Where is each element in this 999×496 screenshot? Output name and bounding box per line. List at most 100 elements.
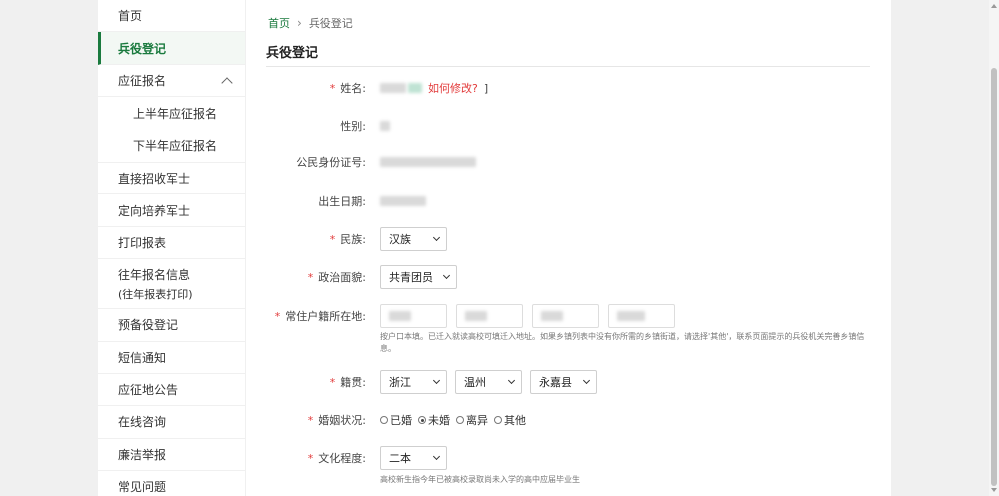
sidebar-item-sublabel: (往年报表打印) [118,287,193,301]
marital-value: 已婚 未婚 离异 其他 [380,408,532,432]
sidebar-item-print-reports[interactable]: 打印报表 [98,227,245,260]
required-asterisk: * [307,452,314,465]
scroll-down-arrow-icon[interactable] [991,488,997,492]
chevron-down-icon [432,376,441,385]
gender-label: 性别: [340,120,366,133]
page-scrollbar[interactable] [989,0,999,496]
scrollbar-thumb[interactable] [991,68,997,486]
sidebar-item-second-half-signup[interactable]: 下半年应征报名 [98,130,245,162]
sidebar-item-first-half-signup[interactable]: 上半年应征报名 [98,97,245,129]
sidebar-item-direct-nco-recruit[interactable]: 直接招收军士 [98,161,245,195]
chevron-down-icon [582,376,591,385]
radio-circle-icon [380,416,388,424]
native-province-value: 浙江 [389,376,411,389]
native-province-select[interactable]: 浙江 [380,370,447,394]
marital-label: * 婚姻状况: [308,412,366,428]
native-place-label-text: 籍贯: [340,376,366,389]
native-place-value: 浙江 温州 永嘉县 [380,370,605,394]
political-label: * 政治面貌: [308,269,366,285]
education-hint: 高校新生指今年已被高校录取尚未入学的高中应届毕业生 [380,475,580,484]
sidebar-item-past-signup-info[interactable]: 往年报名信息 (往年报表打印) [98,259,245,310]
redacted-block [380,121,390,131]
education-select[interactable]: 二本 [380,446,447,470]
radio-circle-icon [494,416,502,424]
sidebar-item-label: 打印报表 [118,235,167,250]
required-asterisk: * [329,82,336,95]
sidebar-item-label: 上半年应征报名 [133,106,218,121]
sidebar-item-online-consult[interactable]: 在线咨询 [98,406,245,439]
form-row-education: * 文化程度: 二本 [246,446,891,470]
required-asterisk: * [329,233,336,246]
page: 首页 兵役登记 应征报名 上半年应征报名 下半年应征报名 直接招收军士 定向培养… [0,0,999,496]
sidebar-item-label: 定向培养军士 [118,203,191,218]
sidebar-item-label: 预备役登记 [118,318,179,333]
form-row-ethnicity: * 民族: 汉族 [246,227,891,251]
sidebar-item-reserve-registration[interactable]: 预备役登记 [98,309,245,342]
marital-option-divorced[interactable]: 离异 [456,412,488,428]
residence-city-select[interactable] [456,304,523,328]
form-row-id-number: 公民身份证号: [246,150,891,174]
marital-option-unmarried[interactable]: 未婚 [418,412,450,428]
marital-option-married[interactable]: 已婚 [380,412,412,428]
ethnicity-select[interactable]: 汉族 [380,227,447,251]
redacted-block [380,196,426,206]
form-row-residence: * 常住户籍所在地: [246,304,891,328]
title-divider [266,66,870,67]
redacted-block [408,83,422,93]
chevron-down-icon [432,452,441,461]
id-number-label: 公民身份证号: [296,156,366,169]
scroll-up-arrow-icon[interactable] [991,4,997,8]
native-county-select[interactable]: 永嘉县 [530,370,597,394]
ethnicity-value: 汉族 [380,227,455,251]
breadcrumb-home-link[interactable]: 首页 [268,15,290,31]
sidebar-item-label: 往年报名信息 [118,267,191,282]
radio-label: 未婚 [428,414,450,427]
sidebar-item-label: 兵役登记 [118,41,167,56]
how-to-modify-link[interactable]: 如何修改? [428,80,478,96]
residence-value [380,304,684,328]
marital-radio-group: 已婚 未婚 离异 其他 [380,412,532,428]
sidebar-item-faq[interactable]: 常见问题 [98,471,245,496]
chevron-up-icon [221,77,233,89]
sidebar-item-label: 短信通知 [118,350,167,365]
marital-option-other[interactable]: 其他 [494,412,526,428]
political-select-value: 共青团员 [389,271,433,284]
gender-value [380,114,392,138]
sidebar-item-local-announcements[interactable]: 应征地公告 [98,374,245,407]
radio-circle-icon [456,416,464,424]
radio-label: 其他 [504,414,526,427]
name-label: * 姓名: [330,80,366,96]
ethnicity-label: * 民族: [330,231,366,247]
sidebar-item-directed-nco-training[interactable]: 定向培养军士 [98,194,245,227]
sidebar-nav: 首页 兵役登记 应征报名 上半年应征报名 下半年应征报名 直接招收军士 定向培养… [98,0,245,496]
chevron-down-icon [507,376,516,385]
political-select[interactable]: 共青团员 [380,265,457,289]
form-row-marital: * 婚姻状况: 已婚 未婚 离异 其他 [246,408,891,432]
residence-town-select[interactable] [608,304,675,328]
required-asterisk: * [329,376,336,389]
native-place-label: * 籍贯: [330,374,366,390]
sidebar-item-label: 在线咨询 [118,415,167,430]
native-city-select[interactable]: 温州 [455,370,522,394]
sidebar-item-conscription-signup[interactable]: 应征报名 [98,65,245,98]
redacted-block [541,311,563,321]
required-asterisk: * [274,310,281,323]
main-content: 首页 › 兵役登记 兵役登记 * 姓名: 如何修改? ] 性别: 公民身份证号: [246,0,891,496]
birth-date-label: 出生日期: [318,195,366,208]
radio-label: 已婚 [390,414,412,427]
form-row-name: * 姓名: 如何修改? ] [246,76,891,100]
education-value: 二本 [380,446,455,470]
sidebar-item-military-registration[interactable]: 兵役登记 [98,32,245,65]
id-number-value [380,150,478,174]
chevron-down-icon [432,233,441,242]
sidebar-item-home[interactable]: 首页 [98,0,245,33]
residence-county-select[interactable] [532,304,599,328]
residence-province-select[interactable] [380,304,447,328]
political-value: 共青团员 [380,265,465,289]
redacted-block [380,83,406,93]
sidebar-item-label: 下半年应征报名 [133,139,218,154]
bracket-text: ] [483,81,489,95]
sidebar-item-sms-notice[interactable]: 短信通知 [98,342,245,374]
sidebar-item-integrity-report[interactable]: 廉洁举报 [98,439,245,472]
breadcrumb: 首页 › 兵役登记 [268,15,353,31]
